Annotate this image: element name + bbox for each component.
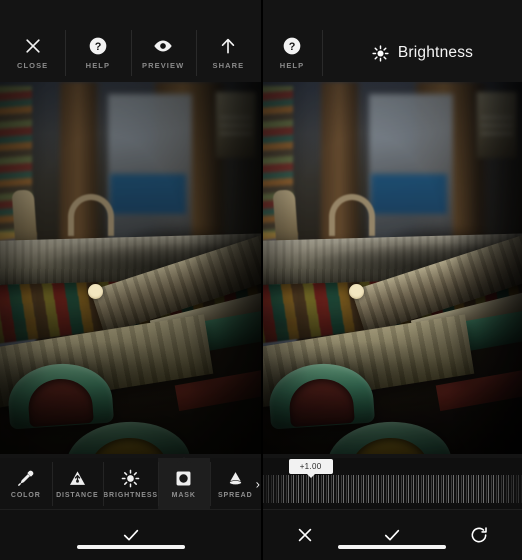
tool-strip: COLOR DISTANCE BRIGHTNESS MASK SPREAD ›	[0, 458, 261, 510]
svg-text:?: ?	[289, 41, 296, 53]
photo-canvas-right[interactable]	[261, 82, 522, 454]
preview-button[interactable]: PREVIEW	[130, 24, 196, 82]
share-icon	[218, 36, 238, 56]
tool-color[interactable]: COLOR	[0, 458, 52, 510]
adjustment-title: Brightness	[323, 24, 522, 82]
adjustment-title-label: Brightness	[397, 44, 474, 61]
tool-brightness-label: BRIGHTNESS	[103, 492, 158, 499]
tool-color-label: COLOR	[10, 492, 41, 499]
right-action-bar	[261, 510, 522, 560]
right-top-toolbar: ? HELP Brightness	[261, 0, 522, 82]
photo-canvas-left[interactable]	[0, 82, 261, 454]
help-icon: ?	[88, 36, 108, 56]
left-panel: CLOSE ? HELP PREVIEW SHARE COLOR DISTANC…	[0, 0, 261, 560]
action-bar-divider-left	[0, 509, 261, 510]
help-button[interactable]: ? HELP	[65, 24, 130, 82]
preview-button-label: PREVIEW	[141, 61, 185, 70]
close-icon	[23, 36, 43, 56]
cancel-button[interactable]	[284, 518, 326, 552]
close-button[interactable]: CLOSE	[0, 24, 65, 82]
photo-image	[261, 82, 522, 454]
close-icon	[298, 528, 311, 542]
help-button-label: HELP	[279, 61, 305, 70]
help-button-label: HELP	[85, 61, 111, 70]
control-point[interactable]	[349, 284, 364, 299]
brightness-icon	[372, 44, 389, 62]
photo-image	[0, 82, 261, 454]
action-bar-divider-right	[261, 509, 522, 510]
left-action-bar	[0, 510, 261, 560]
app-root: CLOSE ? HELP PREVIEW SHARE COLOR DISTANC…	[0, 0, 522, 560]
check-icon	[123, 529, 138, 541]
spread-icon	[226, 469, 245, 488]
help-icon: ?	[282, 36, 302, 56]
brightness-slider[interactable]: +1.00	[261, 458, 522, 510]
tool-brightness[interactable]: BRIGHTNESS	[103, 458, 158, 510]
right-panel: ? HELP Brightness +1.00	[261, 0, 522, 560]
home-indicator-right	[337, 545, 446, 549]
tool-distance[interactable]: DISTANCE	[51, 458, 104, 510]
check-icon	[384, 529, 399, 541]
mask-icon	[174, 469, 193, 488]
slider-value-bubble: +1.00	[288, 459, 333, 474]
reset-icon	[471, 527, 487, 543]
control-point[interactable]	[88, 284, 103, 299]
share-button[interactable]: SHARE	[195, 24, 261, 82]
share-button-label: SHARE	[212, 61, 245, 70]
help-button[interactable]: ? HELP	[261, 24, 323, 82]
tool-distance-label: DISTANCE	[56, 492, 99, 499]
home-indicator-left	[76, 545, 185, 549]
tool-mask-label: MASK	[171, 492, 196, 499]
eye-icon	[153, 36, 173, 56]
svg-text:?: ?	[95, 41, 102, 53]
tool-mask[interactable]: MASK	[157, 458, 210, 510]
sun-icon	[121, 469, 140, 488]
tool-spread[interactable]: SPREAD	[209, 458, 262, 510]
tool-spread-label: SPREAD	[217, 492, 253, 499]
eyedropper-icon	[16, 469, 35, 488]
slider-ticks[interactable]	[261, 475, 522, 503]
tool-strip-next-chevron-icon[interactable]: ›	[256, 478, 260, 491]
reset-button[interactable]	[458, 518, 500, 552]
close-button-label: CLOSE	[16, 61, 49, 70]
distance-icon	[68, 469, 87, 488]
left-top-toolbar: CLOSE ? HELP PREVIEW SHARE	[0, 0, 261, 82]
